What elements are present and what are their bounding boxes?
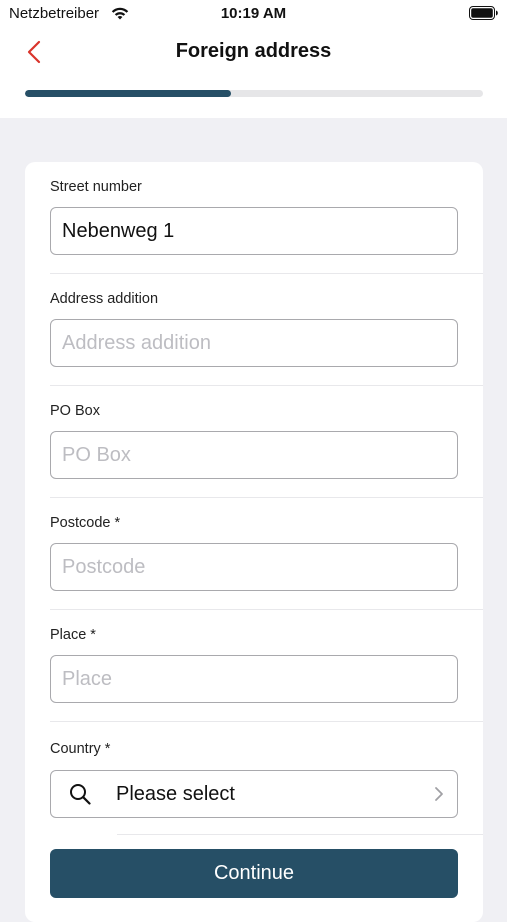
divider	[117, 834, 483, 835]
country-label: Country *	[50, 741, 111, 757]
postcode-label: Postcode *	[50, 515, 121, 531]
address-addition-field-group: Address addition	[25, 274, 483, 386]
address-addition-label: Address addition	[50, 291, 159, 307]
chevron-right-icon	[435, 787, 443, 801]
search-icon	[70, 784, 91, 805]
place-input[interactable]	[50, 655, 458, 703]
country-select[interactable]: Please select	[50, 770, 458, 818]
status-bar: Netzbetreiber 10:19 AM	[0, 0, 507, 28]
postcode-input[interactable]	[50, 543, 458, 591]
country-select-value: Please select	[116, 783, 235, 805]
street-number-label: Street number	[50, 179, 142, 195]
battery-icon	[469, 6, 498, 20]
top-bar: Netzbetreiber 10:19 AM Foreign address	[0, 0, 507, 118]
navigation-bar: Foreign address	[0, 30, 507, 74]
street-number-input[interactable]	[50, 207, 458, 255]
po-box-label: PO Box	[50, 403, 100, 419]
po-box-input[interactable]	[50, 431, 458, 479]
street-number-field-group: Street number	[25, 162, 483, 274]
place-field-group: Place *	[25, 610, 483, 722]
po-box-field-group: PO Box	[25, 386, 483, 498]
progress-bar	[25, 90, 483, 97]
progress-fill	[25, 90, 232, 97]
postcode-field-group: Postcode *	[25, 498, 483, 610]
address-form-card: Street number Address addition PO Box Po…	[25, 162, 483, 922]
place-label: Place *	[50, 627, 96, 643]
clock: 10:19 AM	[220, 5, 287, 22]
divider	[50, 721, 483, 722]
address-addition-input[interactable]	[50, 319, 458, 367]
continue-button[interactable]: Continue	[50, 849, 458, 898]
country-field-group: Country * Please select	[25, 724, 483, 836]
page-title: Foreign address	[175, 40, 332, 62]
